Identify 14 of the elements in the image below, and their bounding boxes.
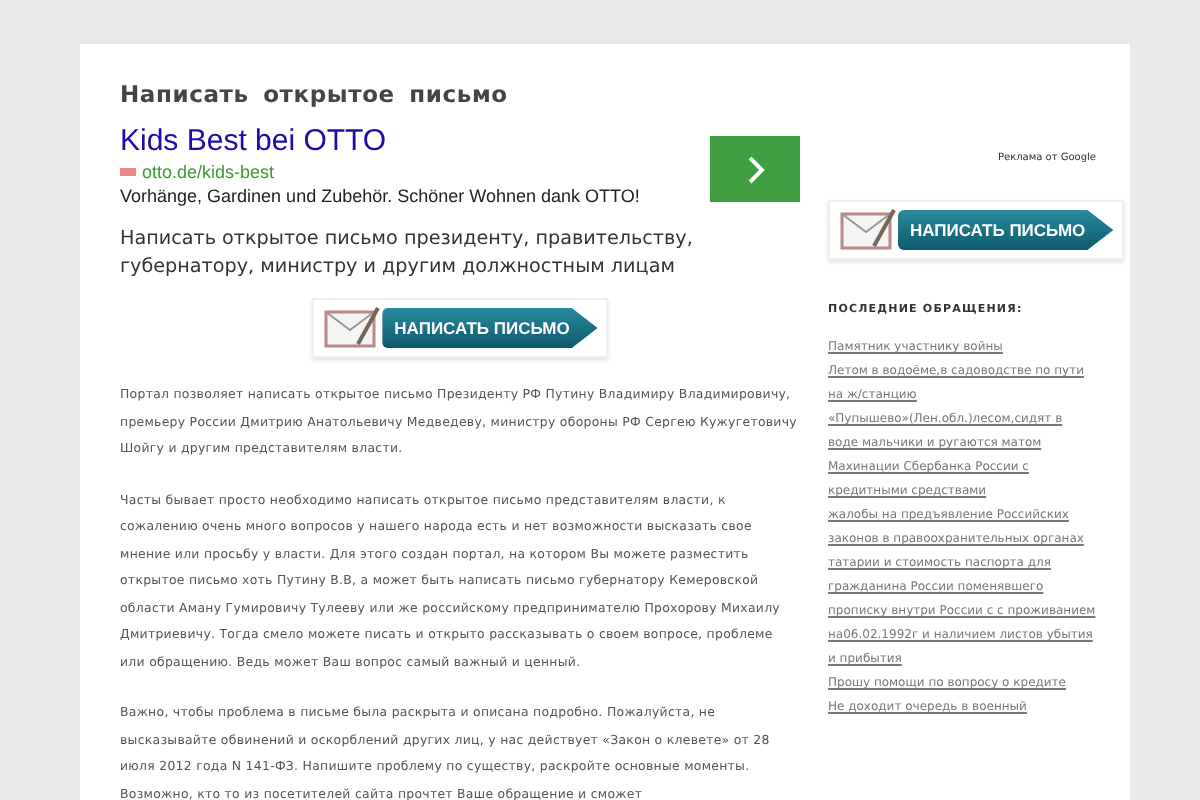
- ad-label-icon: [120, 168, 136, 176]
- write-letter-button[interactable]: НАПИСАТЬ ПИСЬМО: [312, 298, 608, 358]
- subtitle: Написать открытое письмо президенту, правительству, губернатору, министру и другим должностным лицам: [120, 226, 695, 282]
- ad-headline-link[interactable]: Kids Best bei OTTO: [120, 124, 640, 158]
- ad-url: otto.de/kids-best: [120, 162, 640, 182]
- write-letter-button[interactable]: НАПИСАТЬ ПИСЬМО: [828, 200, 1124, 260]
- page-title: Написать открытое письмо: [120, 80, 510, 108]
- ad-description: Vorhänge, Gardinen und Zubehör. Schöner Wohnen dank OTTO!: [120, 186, 640, 206]
- envelope-icon: [322, 304, 383, 352]
- ad-open-button[interactable]: [710, 136, 800, 202]
- button-label: НАПИСАТЬ ПИСЬМО: [382, 308, 598, 348]
- envelope-icon: [838, 206, 898, 254]
- button-label: НАПИСАТЬ ПИСЬМО: [898, 210, 1114, 250]
- chevron-right-icon: [745, 153, 765, 185]
